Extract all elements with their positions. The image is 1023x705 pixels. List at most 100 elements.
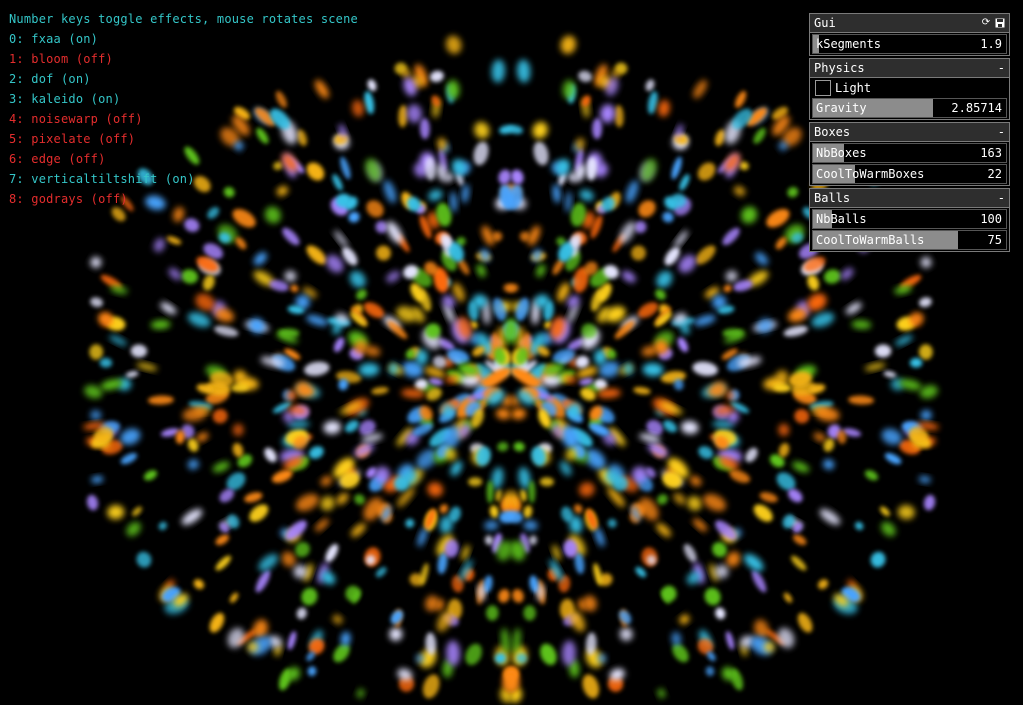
particle xyxy=(671,156,682,180)
particle xyxy=(184,218,200,233)
particle xyxy=(578,482,595,497)
particle xyxy=(725,631,735,650)
particle xyxy=(723,284,732,293)
particle xyxy=(166,236,182,245)
save-icon[interactable] xyxy=(995,18,1005,28)
particle xyxy=(498,169,511,185)
particle xyxy=(213,325,239,337)
particle xyxy=(376,245,391,261)
particle xyxy=(918,476,931,483)
slider-value: 2.85714 xyxy=(951,101,1002,115)
particle xyxy=(320,475,333,487)
particle xyxy=(683,543,697,563)
collapse-icon[interactable]: - xyxy=(998,125,1005,139)
particle xyxy=(920,409,932,421)
particle xyxy=(497,441,509,452)
particle xyxy=(511,169,524,185)
cooltowarmboxes-slider[interactable]: CoolToWarmBoxes 22 xyxy=(812,164,1007,184)
particle xyxy=(735,90,747,108)
group-header-balls[interactable]: Balls - xyxy=(810,189,1009,208)
particle xyxy=(757,318,773,334)
particle xyxy=(692,361,718,376)
gravity-slider[interactable]: Gravity 2.85714 xyxy=(812,98,1007,118)
particle xyxy=(99,357,113,368)
gui-group-balls: Balls - NbBalls 100 CoolToWarmBalls 75 xyxy=(809,188,1010,252)
slider-value: 22 xyxy=(987,167,1002,181)
group-header-physics[interactable]: Physics - xyxy=(810,59,1009,78)
particle xyxy=(398,105,408,128)
particle xyxy=(215,555,231,571)
particle xyxy=(227,627,245,649)
particle xyxy=(582,674,600,699)
particle xyxy=(895,335,913,346)
particle xyxy=(851,320,872,330)
particle xyxy=(541,373,562,387)
ksegments-slider[interactable]: kSegments 1.9 xyxy=(812,34,1007,54)
particle xyxy=(282,227,300,246)
effect-line-6: 6: edge (off) xyxy=(9,152,106,166)
particle xyxy=(753,504,773,522)
particle xyxy=(132,506,142,517)
particle xyxy=(232,423,244,437)
effect-line-3: 3: kaleido (on) xyxy=(9,92,121,106)
particle xyxy=(136,362,158,371)
particle xyxy=(777,627,795,649)
particle xyxy=(308,446,324,459)
particle xyxy=(181,508,203,525)
particle xyxy=(581,95,591,107)
collapse-icon[interactable]: - xyxy=(998,191,1005,205)
particle xyxy=(307,666,317,677)
nbboxes-slider[interactable]: NbBoxes 163 xyxy=(812,143,1007,163)
particle xyxy=(386,270,401,283)
light-toggle[interactable]: Light xyxy=(812,79,1007,97)
particle xyxy=(677,337,689,353)
particle xyxy=(445,35,462,54)
refresh-icon[interactable]: ⟳ xyxy=(981,18,991,28)
cooltowarmballs-slider[interactable]: CoolToWarmBalls 75 xyxy=(812,230,1007,250)
particle xyxy=(168,267,182,281)
particle xyxy=(523,605,536,621)
particle xyxy=(461,184,470,204)
particle xyxy=(354,494,365,505)
nbballs-slider[interactable]: NbBalls 100 xyxy=(812,209,1007,229)
particle xyxy=(755,252,769,266)
slider-value: 163 xyxy=(980,146,1002,160)
toggle-label: Light xyxy=(835,81,872,95)
group-header-boxes[interactable]: Boxes - xyxy=(810,123,1009,142)
particle xyxy=(468,477,483,487)
particle xyxy=(614,105,624,128)
particle xyxy=(739,161,749,171)
particle xyxy=(383,180,397,204)
particle xyxy=(637,302,659,318)
particle xyxy=(681,420,699,435)
particle xyxy=(792,534,807,546)
particle xyxy=(813,432,826,442)
particle xyxy=(870,551,886,568)
particle xyxy=(565,191,572,213)
gui-title-bar[interactable]: Gui ⟳ xyxy=(810,14,1009,33)
particle xyxy=(819,508,841,525)
particle xyxy=(539,477,554,487)
slider-label: NbBoxes xyxy=(816,146,867,160)
particle xyxy=(306,245,327,265)
gui-panel[interactable]: Gui ⟳ kSegments 1.9 Physics - Light Gravity… xyxy=(809,13,1010,254)
particle xyxy=(315,518,329,532)
particle xyxy=(107,505,125,520)
particle xyxy=(90,256,102,268)
particle xyxy=(663,420,677,433)
particle xyxy=(881,521,896,537)
particle xyxy=(533,141,549,166)
slider-label: CoolToWarmBalls xyxy=(816,233,925,247)
particle xyxy=(656,270,673,288)
particle xyxy=(323,420,341,435)
particle xyxy=(367,79,377,92)
particle xyxy=(899,379,922,391)
particle xyxy=(109,335,127,346)
checkbox-icon[interactable] xyxy=(815,80,831,96)
particle xyxy=(296,607,307,620)
particle xyxy=(791,555,807,571)
collapse-icon[interactable]: - xyxy=(998,61,1005,75)
particle xyxy=(212,461,230,473)
particle xyxy=(725,270,738,282)
particle xyxy=(489,505,499,519)
